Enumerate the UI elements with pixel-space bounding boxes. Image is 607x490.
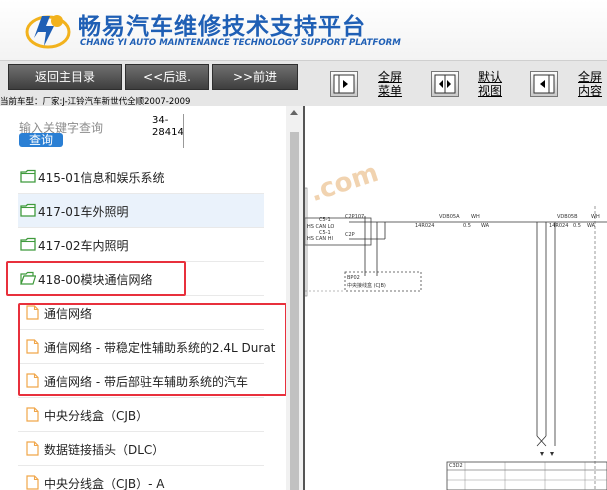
document-icon [26,441,39,456]
tree-folder-label: 417-02车内照明 [38,239,129,253]
diagram-label: C2P [345,232,355,238]
tree-folder-417-01[interactable]: 417-01车外照明 [18,194,264,228]
folder-icon [20,169,36,183]
diagram-label: 0.5 [463,223,471,229]
default-view-label[interactable]: 默认 视图 [478,70,502,98]
highlight-box-folder [6,261,186,296]
tree-folder-label: 415-01信息和娱乐系统 [38,171,165,185]
tree-doc-dlc[interactable]: 数据链接插头（DLC） [18,432,264,466]
wiring-diagram-canvas [305,187,607,490]
diagram-label: C2P107 [345,214,365,220]
diagram-label: C5-1 [319,217,331,223]
tree-scrollbar[interactable] [286,106,303,490]
diagram-label: C3D2 [449,463,463,469]
query-button[interactable]: 查询 [19,133,63,147]
tree-folder-417-02[interactable]: 417-02车内照明 [18,228,264,262]
full-menu-icon[interactable] [330,71,358,97]
scroll-up-icon[interactable] [290,110,298,115]
cy-logo-icon [25,15,71,49]
diagram-label: WA [481,223,490,229]
tree-folder-label: 417-01车外照明 [38,205,129,219]
wiring-diagram: .com C2P107 C5-1 HS CAN LO C5-1 HS CAN H… [305,106,607,490]
search-code: 34- 28414 [152,115,184,138]
diagram-label: WH [471,214,480,220]
diagram-label: WH [591,214,600,220]
diagram-label: 14R024 [549,223,569,229]
full-content-label[interactable]: 全屏 内容 [578,70,602,98]
tree-doc-cjb-a[interactable]: 中央分线盒（CJB）- A [18,466,264,490]
app-header: 畅易汽车维修技术支持平台 CHANG YI AUTO MAINTENANCE T… [0,0,607,60]
default-view-icon[interactable] [431,71,459,97]
tree-doc-label: 中央分线盒（CJB） [44,409,149,423]
diagram-label: 0.5 [573,223,581,229]
back-button[interactable]: <<后退. [125,64,209,90]
tree-doc-label: 中央分线盒（CJB）- A [44,477,165,490]
document-icon [26,475,39,490]
folder-icon [20,237,36,251]
forward-button[interactable]: >>前进 [212,64,298,90]
highlight-box-docs [18,303,286,396]
tree-doc-cjb[interactable]: 中央分线盒（CJB） [18,398,264,432]
platform-subtitle: CHANG YI AUTO MAINTENANCE TECHNOLOGY SUP… [80,38,401,48]
diagram-label: VDB05B [557,214,578,220]
diagram-label: VDB05A [439,214,460,220]
app-window: 畅易汽车维修技术支持平台 CHANG YI AUTO MAINTENANCE T… [0,0,607,490]
directory-panel: 输入关键字查询 查询 34- 28414 415-01信息和娱乐系统 417-01… [0,106,286,490]
back-home-button[interactable]: 返回主目录 [8,64,122,90]
folder-icon [20,203,36,217]
full-menu-label[interactable]: 全屏 菜单 [378,70,402,98]
diagram-label: BP02 [347,275,360,281]
full-content-icon[interactable] [530,71,558,97]
document-icon [26,407,39,422]
divider [183,114,184,148]
diagram-label: 中央接线盒 (CJB) [347,283,386,289]
platform-title: 畅易汽车维修技术支持平台 [78,14,366,40]
diagram-label: WA [587,223,596,229]
tree-doc-label: 数据链接插头（DLC） [44,443,165,457]
scrollbar-thumb[interactable] [290,132,299,490]
diagram-label: 14R024 [415,223,435,229]
tree-folder-415-01[interactable]: 415-01信息和娱乐系统 [18,160,264,194]
diagram-label: HS CAN HI [307,236,333,242]
